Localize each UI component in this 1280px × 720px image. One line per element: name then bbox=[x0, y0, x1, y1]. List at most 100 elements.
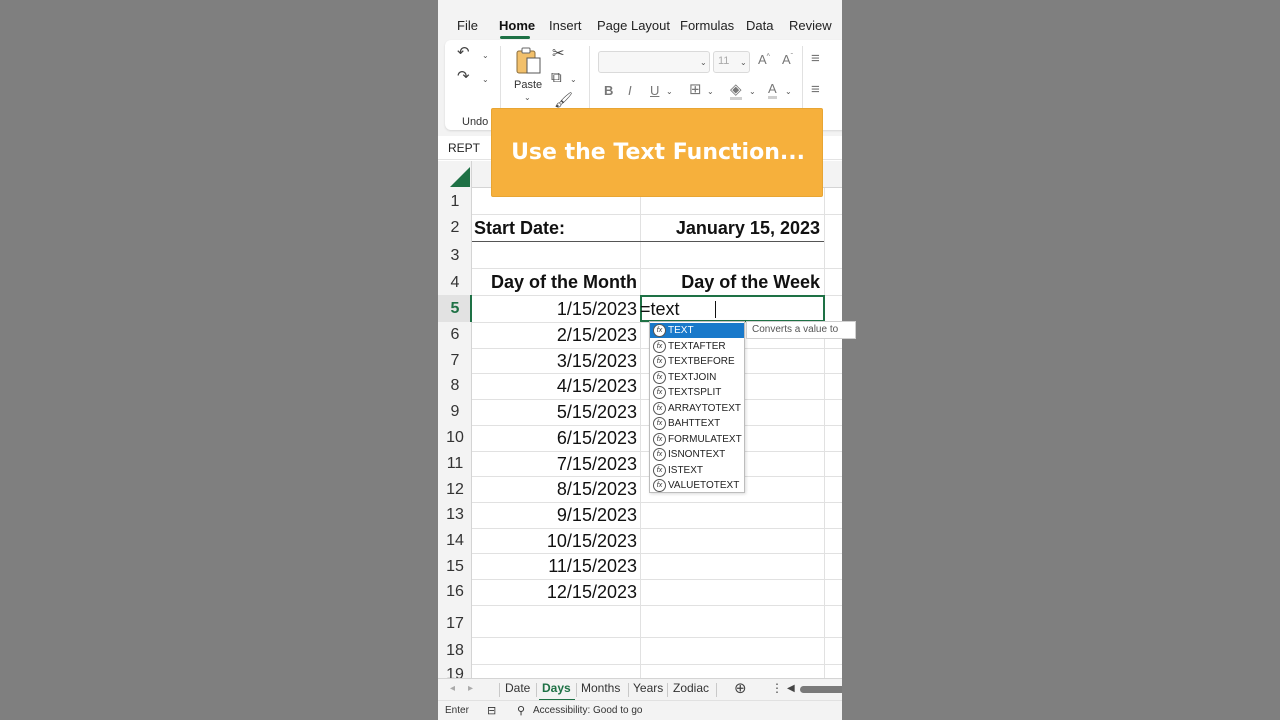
date-cell[interactable]: 5/15/2023 bbox=[472, 402, 637, 423]
redo-icon[interactable]: ↷ bbox=[457, 69, 470, 84]
name-box[interactable]: REPT bbox=[448, 141, 480, 155]
font-color-dropdown-icon[interactable]: ⌄ bbox=[785, 87, 792, 96]
paste-icon[interactable] bbox=[514, 46, 544, 76]
tab-formulas[interactable]: Formulas bbox=[680, 18, 734, 33]
date-cell[interactable]: 10/15/2023 bbox=[472, 531, 637, 552]
editing-cell-text[interactable]: =text bbox=[640, 299, 680, 320]
borders-dropdown-icon[interactable]: ⌄ bbox=[707, 87, 714, 96]
align-left-icon[interactable]: ≡ bbox=[811, 82, 820, 97]
horizontal-scrollbar-thumb[interactable] bbox=[800, 686, 842, 693]
decrease-font-icon[interactable]: Aˇ bbox=[782, 52, 793, 67]
row-number[interactable]: 8 bbox=[438, 377, 472, 395]
font-color-icon[interactable]: A bbox=[768, 81, 777, 99]
macro-recording-icon[interactable]: ⊟ bbox=[487, 704, 496, 717]
autocomplete-item[interactable]: fx TEXTJOIN bbox=[650, 370, 744, 385]
fill-color-dropdown-icon[interactable]: ⌄ bbox=[749, 87, 756, 96]
sheet-tab-months[interactable]: Months bbox=[581, 681, 620, 695]
date-cell[interactable]: 6/15/2023 bbox=[472, 428, 637, 449]
tab-home[interactable]: Home bbox=[499, 18, 535, 33]
row-number[interactable]: 1 bbox=[438, 193, 472, 211]
font-family-dropdown[interactable] bbox=[598, 51, 710, 73]
status-bar: Enter ⊟ ⚲ Accessibility: Good to go bbox=[438, 700, 842, 720]
tab-separator bbox=[576, 683, 577, 697]
cut-icon[interactable]: ✂ bbox=[552, 46, 565, 61]
autocomplete-item[interactable]: fx FORMULATEXT bbox=[650, 432, 744, 447]
row-number[interactable]: 6 bbox=[438, 326, 472, 344]
sheet-tab-zodiac[interactable]: Zodiac bbox=[673, 681, 709, 695]
paste-dropdown-icon[interactable]: ⌄ bbox=[524, 93, 531, 102]
italic-button[interactable]: I bbox=[628, 83, 632, 98]
date-cell[interactable]: 9/15/2023 bbox=[472, 505, 637, 526]
date-cell[interactable]: 4/15/2023 bbox=[472, 376, 637, 397]
tab-file[interactable]: File bbox=[457, 18, 478, 33]
tab-data[interactable]: Data bbox=[746, 18, 773, 33]
scroll-right-icon[interactable]: ▸ bbox=[468, 683, 473, 694]
redo-dropdown-icon[interactable]: ⌄ bbox=[482, 75, 489, 84]
more-options-icon[interactable]: ⋮ bbox=[771, 681, 783, 695]
accessibility-icon[interactable]: ⚲ bbox=[517, 704, 525, 717]
undo-icon[interactable]: ↶ bbox=[457, 45, 470, 60]
row-number[interactable]: 14 bbox=[438, 532, 472, 550]
undo-dropdown-icon[interactable]: ⌄ bbox=[482, 51, 489, 60]
row-number[interactable]: 11 bbox=[438, 455, 472, 473]
row-number[interactable]: 7 bbox=[438, 352, 472, 370]
row-number[interactable]: 4 bbox=[438, 274, 472, 292]
sheet-tab-years[interactable]: Years bbox=[633, 681, 663, 695]
autocomplete-item[interactable]: fx ARRAYTOTEXT bbox=[650, 401, 744, 416]
function-autocomplete-list[interactable]: fx TEXT fx TEXTAFTER fx TEXTBEFORE fx TEXTJO… bbox=[649, 321, 745, 493]
fill-color-icon[interactable]: ◈ bbox=[730, 82, 742, 100]
horizontal-scroll-left-icon[interactable]: ◀ bbox=[787, 683, 795, 694]
select-all-corner[interactable] bbox=[438, 161, 472, 188]
row-number[interactable]: 3 bbox=[438, 247, 472, 265]
increase-font-icon[interactable]: A^ bbox=[758, 52, 770, 67]
row-number[interactable]: 17 bbox=[438, 615, 472, 633]
date-cell[interactable]: 2/15/2023 bbox=[472, 325, 637, 346]
scroll-left-icon[interactable]: ◂ bbox=[450, 683, 455, 694]
row-gridline bbox=[472, 553, 842, 554]
tab-insert[interactable]: Insert bbox=[549, 18, 582, 33]
row-number[interactable]: 15 bbox=[438, 558, 472, 576]
align-top-icon[interactable]: ≡ bbox=[811, 51, 820, 66]
function-icon: fx bbox=[653, 324, 666, 337]
add-sheet-icon[interactable]: ⊕ bbox=[734, 679, 747, 697]
date-cell[interactable]: 1/15/2023 bbox=[472, 299, 637, 320]
row-number[interactable]: 12 bbox=[438, 481, 472, 499]
format-painter-icon[interactable]: 🖌 bbox=[554, 93, 573, 108]
row-gridline bbox=[472, 664, 842, 665]
accessibility-status[interactable]: Accessibility: Good to go bbox=[533, 705, 643, 716]
row-number[interactable]: 13 bbox=[438, 506, 472, 524]
date-cell[interactable]: 11/15/2023 bbox=[472, 556, 637, 577]
copy-icon[interactable]: ⧉ bbox=[551, 70, 562, 85]
function-icon: fx bbox=[653, 448, 666, 461]
date-cell[interactable]: 7/15/2023 bbox=[472, 454, 637, 475]
sheet-tab-date[interactable]: Date bbox=[505, 681, 530, 695]
tab-review[interactable]: Review bbox=[789, 18, 832, 33]
row-number[interactable]: 9 bbox=[438, 403, 472, 421]
autocomplete-item[interactable]: fx ISNONTEXT bbox=[650, 447, 744, 462]
autocomplete-item[interactable]: fx BAHTTEXT bbox=[650, 416, 744, 431]
autocomplete-item[interactable]: fx ISTEXT bbox=[650, 463, 744, 478]
underline-button[interactable]: U bbox=[650, 83, 659, 98]
autocomplete-item[interactable]: fx TEXTBEFORE bbox=[650, 354, 744, 369]
tab-page-layout[interactable]: Page Layout bbox=[597, 18, 670, 33]
date-cell[interactable]: 8/15/2023 bbox=[472, 479, 637, 500]
row-number[interactable]: 2 bbox=[438, 219, 472, 237]
date-cell[interactable]: 12/15/2023 bbox=[472, 582, 637, 603]
autocomplete-item[interactable]: fx TEXT bbox=[650, 323, 744, 338]
row-number[interactable]: 16 bbox=[438, 583, 472, 601]
underline-dropdown-icon[interactable]: ⌄ bbox=[666, 87, 673, 96]
row-gridline bbox=[472, 528, 842, 529]
autocomplete-item[interactable]: fx TEXTSPLIT bbox=[650, 385, 744, 400]
row-number[interactable]: 5 bbox=[438, 300, 472, 318]
date-cell[interactable]: 3/15/2023 bbox=[472, 351, 637, 372]
copy-dropdown-icon[interactable]: ⌄ bbox=[570, 75, 577, 84]
row-number[interactable]: 10 bbox=[438, 429, 472, 447]
autocomplete-item[interactable]: fx VALUETOTEXT bbox=[650, 478, 744, 493]
paste-label[interactable]: Paste bbox=[514, 79, 542, 91]
sheet-tab-days[interactable]: Days bbox=[542, 681, 571, 695]
tab-separator bbox=[499, 683, 500, 697]
bold-button[interactable]: B bbox=[604, 83, 613, 98]
borders-icon[interactable]: ⊞ bbox=[689, 82, 702, 97]
row-number[interactable]: 18 bbox=[438, 642, 472, 660]
autocomplete-item[interactable]: fx TEXTAFTER bbox=[650, 339, 744, 354]
